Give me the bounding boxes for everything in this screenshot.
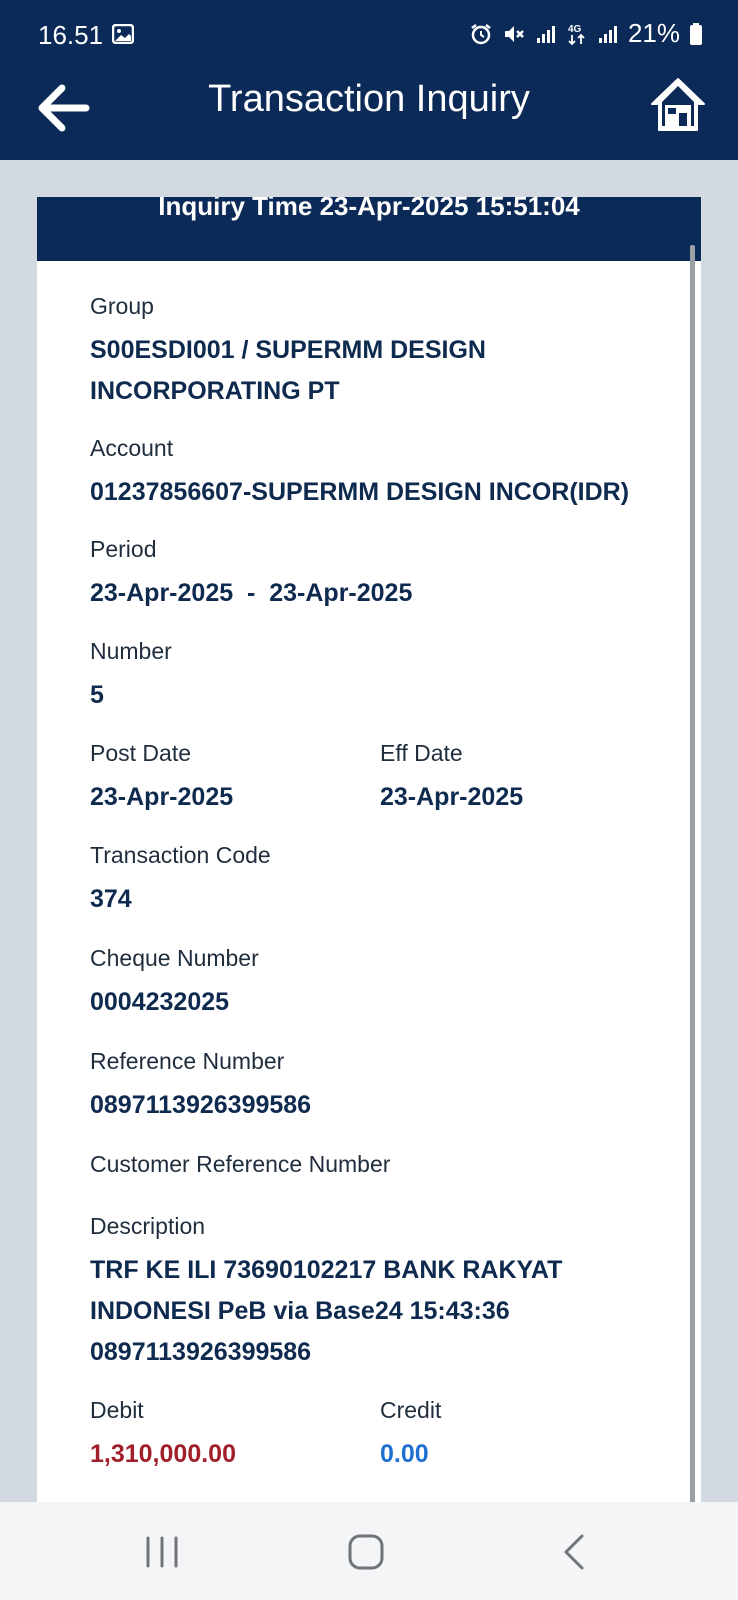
description-label: Description <box>90 1213 206 1239</box>
group-value: S00ESDI001 / SUPERMM DESIGN INCORPORATIN… <box>90 336 486 405</box>
credit-label: Credit <box>380 1397 442 1423</box>
transaction-code-label: Transaction Code <box>90 842 271 868</box>
system-nav-bar <box>0 1502 738 1600</box>
status-icons: 4G 21% <box>470 18 702 49</box>
status-bar: 16.51 4G 21% <box>0 0 738 70</box>
battery-icon <box>690 22 702 45</box>
post-date-value: 23-Apr-2025 <box>90 783 234 811</box>
back-chevron-icon[interactable] <box>552 1530 600 1574</box>
transaction-detail-card: Inquiry Time 23-Apr-2025 15:51:04 Group … <box>37 197 701 1502</box>
post-date-field: Post Date 23-Apr-2025 <box>90 740 370 818</box>
post-date-label: Post Date <box>90 740 191 766</box>
page-title: Transaction Inquiry <box>208 78 530 120</box>
number-label: Number <box>90 638 172 664</box>
credit-field: Credit 0.00 <box>380 1397 660 1475</box>
scrollbar[interactable] <box>690 245 695 1505</box>
number-value: 5 <box>90 681 104 709</box>
period-field: Period 23-Apr-2025 - 23-Apr-2025 <box>90 536 690 614</box>
signal-icon <box>536 25 555 43</box>
customer-reference-label: Customer Reference Number <box>90 1151 391 1177</box>
home-circle-icon[interactable] <box>342 1530 390 1574</box>
inquiry-time-header: Inquiry Time 23-Apr-2025 15:51:04 <box>37 197 701 261</box>
cheque-number-label: Cheque Number <box>90 945 259 971</box>
customer-reference-field: Customer Reference Number <box>90 1151 690 1178</box>
home-icon[interactable] <box>648 74 708 134</box>
reference-number-label: Reference Number <box>90 1048 285 1074</box>
group-label: Group <box>90 293 154 319</box>
period-value: 23-Apr-2025 - 23-Apr-2025 <box>90 579 413 607</box>
account-value: 01237856607-SUPERMM DESIGN INCOR(IDR) <box>90 478 630 506</box>
reference-number-field: Reference Number 0897113926399586 <box>90 1048 690 1126</box>
period-label: Period <box>90 536 157 562</box>
eff-date-value: 23-Apr-2025 <box>380 783 524 811</box>
svg-text:4G: 4G <box>568 24 582 35</box>
eff-date-label: Eff Date <box>380 740 463 766</box>
debit-label: Debit <box>90 1397 144 1423</box>
credit-value: 0.00 <box>380 1440 429 1468</box>
number-field: Number 5 <box>90 638 690 716</box>
inquiry-time-text: Inquiry Time 23-Apr-2025 15:51:04 <box>158 197 580 221</box>
image-icon <box>112 24 134 44</box>
reference-number-value: 0897113926399586 <box>90 1091 312 1119</box>
account-field: Account 01237856607-SUPERMM DESIGN INCOR… <box>90 435 690 513</box>
alarm-icon <box>471 23 491 44</box>
cheque-number-value: 0004232025 <box>90 988 230 1016</box>
battery-percent: 21% <box>627 18 680 48</box>
cheque-number-field: Cheque Number 0004232025 <box>90 945 690 1023</box>
signal-icon <box>598 25 617 43</box>
app-bar: Transaction Inquiry <box>0 70 738 160</box>
transaction-code-field: Transaction Code 374 <box>90 842 690 920</box>
group-field: Group S00ESDI001 / SUPERMM DESIGN INCORP… <box>90 293 650 412</box>
transaction-code-value: 374 <box>90 885 132 913</box>
description-value: TRF KE ILI 73690102217 BANK RAKYAT INDON… <box>90 1256 563 1366</box>
mute-icon <box>504 25 524 42</box>
eff-date-field: Eff Date 23-Apr-2025 <box>380 740 660 818</box>
status-time: 16.51 <box>38 20 104 50</box>
debit-field: Debit 1,310,000.00 <box>90 1397 370 1475</box>
debit-value: 1,310,000.00 <box>90 1440 236 1468</box>
recent-apps-icon[interactable] <box>138 1530 186 1574</box>
account-label: Account <box>90 435 174 461</box>
description-field: Description TRF KE ILI 73690102217 BANK … <box>90 1213 650 1373</box>
4g-icon: 4G <box>568 24 585 45</box>
